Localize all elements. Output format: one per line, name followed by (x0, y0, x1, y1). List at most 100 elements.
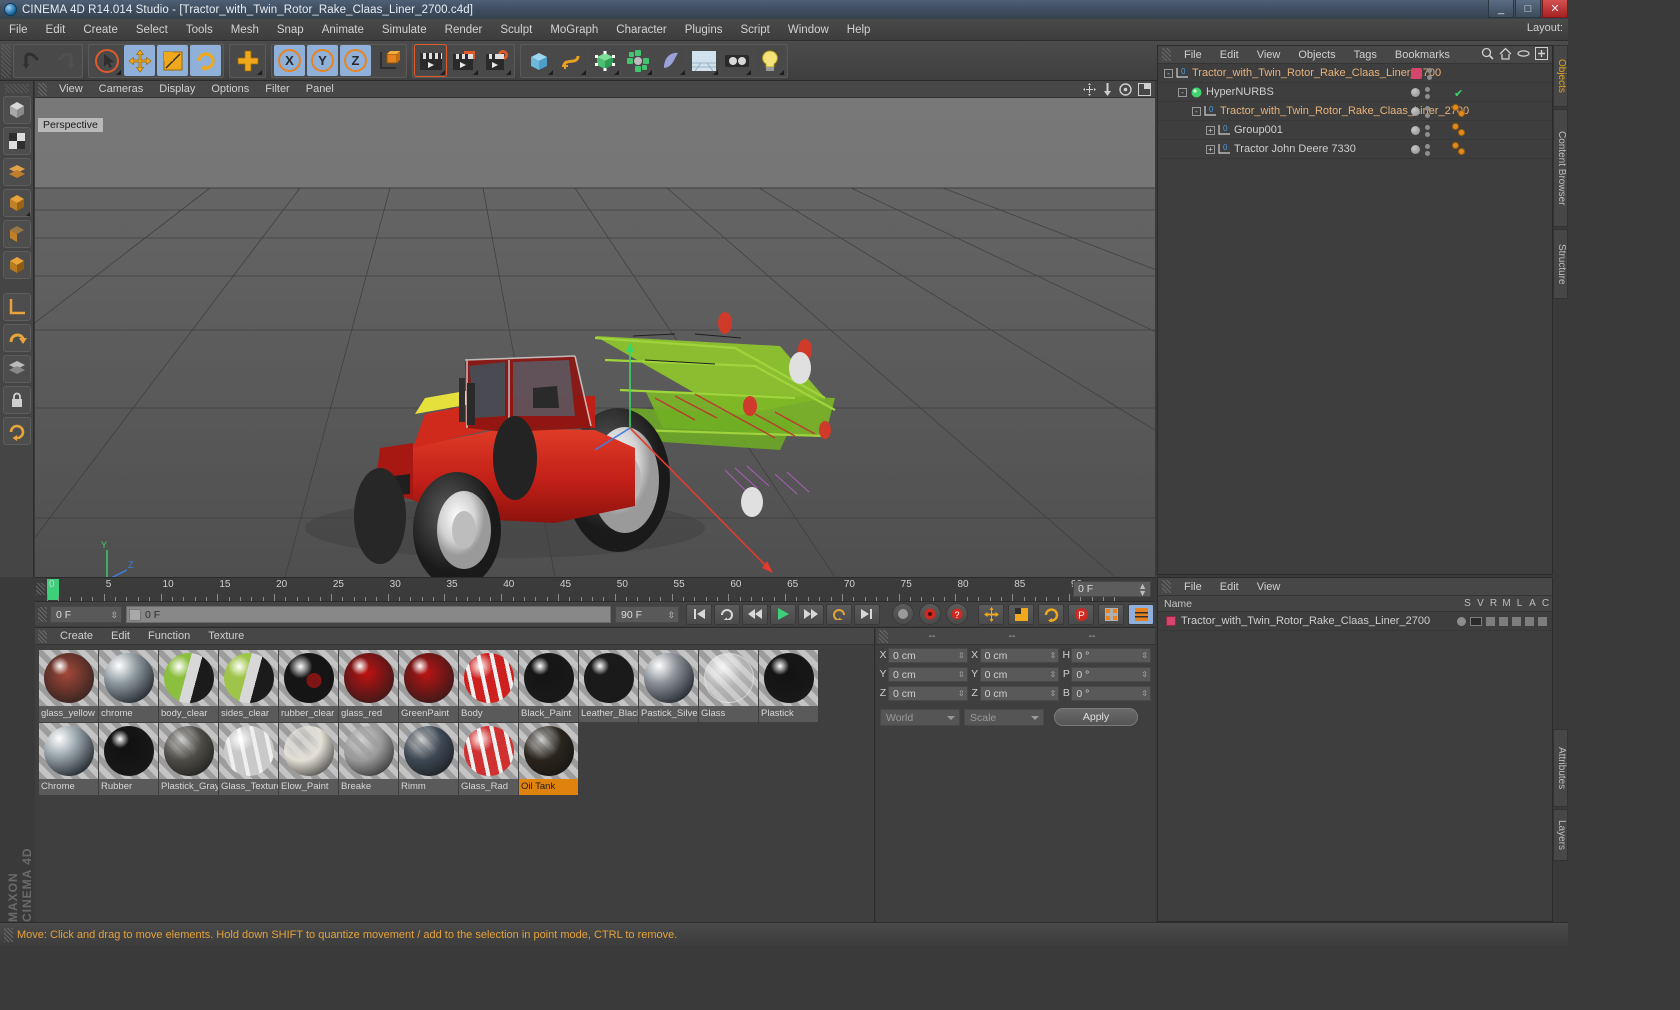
coordinate-rotation-field[interactable]: 0 ° ⇳ (1071, 647, 1152, 663)
material-swatch[interactable]: Plastick (759, 650, 818, 722)
menu-edit[interactable]: Edit (37, 19, 75, 41)
tab-attributes[interactable]: Attributes (1553, 729, 1568, 807)
spinner-icon[interactable]: ⇳ (110, 607, 118, 624)
menu-simulate[interactable]: Simulate (373, 19, 436, 41)
attributes-menu-grip[interactable] (1162, 580, 1171, 593)
menu-window[interactable]: Window (779, 19, 838, 41)
layer-color-swatch[interactable] (1166, 616, 1176, 626)
spinner-icon[interactable]: ⇳ (958, 649, 965, 663)
viewport-menu-options[interactable]: Options (203, 81, 257, 98)
go-to-start-button[interactable] (686, 603, 712, 625)
check-icon[interactable]: ✔ (1454, 87, 1463, 100)
key-point-level-button[interactable] (1098, 603, 1124, 625)
attributes-col-s[interactable]: S (1461, 598, 1474, 609)
texture-tag-icon[interactable] (1458, 148, 1465, 155)
attributes-menu-view[interactable]: View (1248, 578, 1290, 596)
home-icon[interactable] (1499, 47, 1512, 60)
material-swatch[interactable]: rubber_clear (279, 650, 338, 722)
minimize-button[interactable]: _ (1488, 0, 1514, 18)
add-array-button[interactable] (622, 45, 653, 76)
viewport-menu-grip[interactable] (38, 82, 47, 96)
attributes-menu-file[interactable]: File (1175, 578, 1211, 596)
coordinate-grip[interactable] (879, 629, 888, 643)
object-enable-toggle[interactable] (1411, 145, 1420, 154)
material-swatch[interactable]: Breake (339, 723, 398, 795)
object-menu-tags[interactable]: Tags (1345, 46, 1386, 64)
menu-snap[interactable]: Snap (268, 19, 313, 41)
object-tree[interactable]: -0 Tractor_with_Twin_Rotor_Rake_Claas_Lin… (1158, 64, 1552, 574)
material-swatch[interactable]: Black_Paint (519, 650, 578, 722)
size-mode-dropdown[interactable]: Scale (964, 708, 1044, 726)
apply-button[interactable]: Apply (1054, 708, 1138, 726)
object-enable-toggle[interactable] (1411, 107, 1420, 116)
autokeying-button[interactable] (919, 603, 941, 625)
visibility-toggles[interactable] (1425, 86, 1430, 99)
lock-button[interactable] (2, 386, 31, 414)
spinner-icon[interactable]: ⇳ (1141, 687, 1148, 701)
attributes-col-v[interactable]: V (1474, 598, 1487, 609)
layer-solo-toggle[interactable] (1457, 616, 1466, 626)
attributes-col-a[interactable]: A (1526, 598, 1539, 609)
transport-grip[interactable] (38, 606, 47, 622)
pan-view-icon[interactable] (1083, 83, 1096, 96)
status-grip[interactable] (4, 927, 13, 942)
viewport-menu-panel[interactable]: Panel (298, 81, 342, 98)
menu-create[interactable]: Create (74, 19, 127, 41)
current-frame-field[interactable]: 0 F ⇳ (50, 605, 122, 624)
visibility-toggles[interactable] (1425, 124, 1430, 137)
material-swatch[interactable]: Glass_Rad (459, 723, 518, 795)
add-camera-button[interactable] (721, 45, 752, 76)
end-frame-field[interactable]: 90 F ⇳ (615, 605, 679, 623)
layer-row[interactable]: Tractor_with_Twin_Rotor_Rake_Claas_Liner… (1158, 612, 1552, 631)
coordinate-rotation-field[interactable]: 0 ° ⇳ (1071, 666, 1152, 682)
menu-animate[interactable]: Animate (313, 19, 373, 41)
material-swatch[interactable]: Pastick_Silver (639, 650, 698, 722)
texture-mode-button[interactable] (2, 158, 31, 186)
add-light-button[interactable] (754, 45, 785, 76)
spinner-icon[interactable]: ⇳ (1141, 649, 1148, 663)
visibility-toggles[interactable] (1427, 67, 1432, 80)
polygons-mode-button[interactable] (2, 251, 31, 279)
texture-tag-icon[interactable] (1458, 129, 1465, 136)
tab-structure[interactable]: Structure (1553, 229, 1568, 299)
add-spline-button[interactable] (556, 45, 587, 76)
material-swatch[interactable]: Glass_Texture (219, 723, 278, 795)
material-swatch[interactable]: GreenPaint (399, 650, 458, 722)
spinner-icon[interactable]: ⇳ (958, 687, 965, 701)
material-swatch[interactable]: Rimm (399, 723, 458, 795)
texture-tag-icon[interactable] (1458, 110, 1465, 117)
object-menu-file[interactable]: File (1175, 46, 1211, 64)
keyframe-selection-button[interactable]: ? (946, 603, 968, 625)
coordinate-size-field[interactable]: 0 cm ⇳ (979, 685, 1060, 701)
material-swatch[interactable]: body_clear (159, 650, 218, 722)
object-menu-view[interactable]: View (1248, 46, 1290, 64)
texture-tag-icon[interactable] (1452, 123, 1459, 130)
toggle-layout-icon[interactable] (1138, 83, 1151, 96)
object-row[interactable]: -0 Tractor_with_Twin_Rotor_Rake_Claas_Lin… (1158, 64, 1552, 83)
coordinate-rotation-field[interactable]: 0 ° ⇳ (1071, 685, 1152, 701)
world-object-coordinates-button[interactable] (373, 45, 404, 76)
menu-mograph[interactable]: MoGraph (541, 19, 607, 41)
menu-plugins[interactable]: Plugins (676, 19, 732, 41)
layer-animation-toggle[interactable] (1525, 616, 1534, 626)
menu-render[interactable]: Render (436, 19, 492, 41)
step-back-button[interactable] (742, 603, 768, 625)
close-button[interactable]: ✕ (1542, 0, 1568, 18)
make-editable-button[interactable] (2, 96, 31, 124)
spinner-icon[interactable]: ⇳ (1050, 687, 1057, 701)
object-enable-toggle[interactable] (1411, 88, 1420, 97)
object-tag-zone[interactable] (1448, 102, 1544, 121)
object-menu-grip[interactable] (1162, 48, 1171, 61)
attributes-col-m[interactable]: M (1500, 598, 1513, 609)
select-tool-button[interactable] (91, 45, 122, 76)
object-tag-zone[interactable]: ✔ (1448, 83, 1544, 102)
menu-file[interactable]: File (0, 19, 37, 41)
menu-mesh[interactable]: Mesh (222, 19, 268, 41)
render-settings-button[interactable] (481, 45, 512, 76)
visibility-icon[interactable] (1517, 47, 1530, 60)
material-swatch[interactable]: chrome (99, 650, 158, 722)
move-tool-button[interactable] (124, 45, 155, 76)
layer-lock-toggle[interactable] (1512, 616, 1521, 626)
texture-tag-icon[interactable] (1452, 142, 1459, 149)
add-environment-button[interactable] (688, 45, 719, 76)
